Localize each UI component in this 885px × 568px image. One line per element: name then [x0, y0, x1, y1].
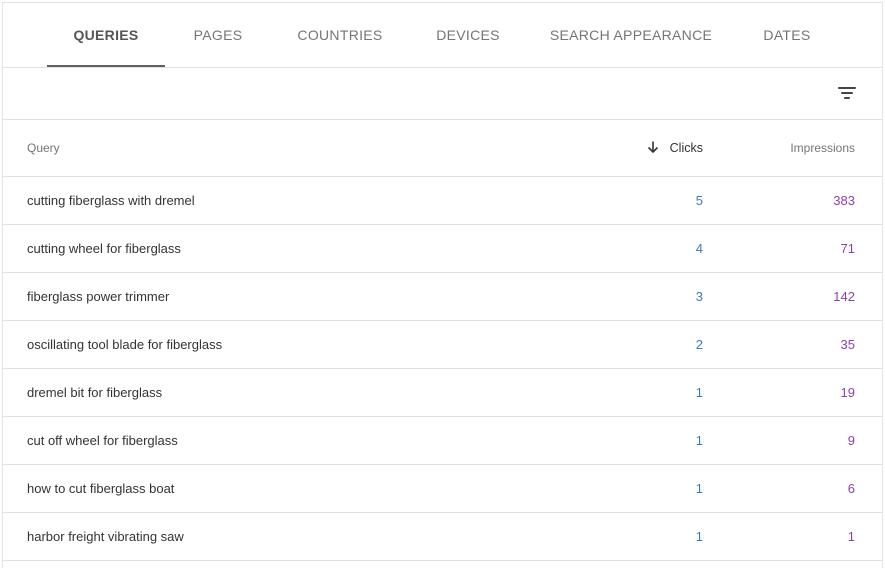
table-row[interactable]: harbor freight vibrating saw 1 1: [3, 513, 882, 561]
clicks-cell: 1: [695, 481, 703, 496]
column-header-impressions[interactable]: Impressions: [790, 120, 855, 176]
query-cell: oscillating tool blade for fiberglass: [27, 337, 223, 352]
tab-devices[interactable]: DEVICES: [423, 3, 513, 66]
query-cell: dremel bit for fiberglass: [27, 385, 163, 400]
tab-queries[interactable]: QUERIES: [47, 3, 165, 67]
filter-list-icon[interactable]: [833, 79, 861, 107]
performance-report-panel: QUERIES PAGES COUNTRIES DEVICES SEARCH A…: [2, 2, 883, 568]
column-header-clicks-label: Clicks: [669, 141, 703, 155]
table-row[interactable]: cutting fiberglass with dremel 5 383: [3, 177, 882, 225]
table-row[interactable]: fiberglass power trimmer 3 142: [3, 273, 882, 321]
clicks-cell: 1: [695, 433, 703, 448]
query-cell: how to cut fiberglass boat: [27, 481, 175, 496]
impressions-cell: 19: [840, 385, 855, 400]
arrow-down-icon: [647, 141, 658, 154]
impressions-cell: 71: [840, 241, 855, 256]
queries-table: Query Clicks Impressions cutting fibergl…: [3, 120, 882, 561]
table-toolbar: [3, 67, 882, 120]
impressions-cell: 1: [847, 529, 855, 544]
clicks-cell: 1: [695, 529, 703, 544]
impressions-cell: 383: [833, 193, 855, 208]
impressions-cell: 35: [840, 337, 855, 352]
clicks-cell: 4: [695, 241, 703, 256]
impressions-cell: 9: [847, 433, 855, 448]
query-cell: cutting wheel for fiberglass: [27, 241, 181, 256]
table-row[interactable]: cut off wheel for fiberglass 1 9: [3, 417, 882, 465]
tab-countries[interactable]: COUNTRIES: [279, 3, 401, 66]
tab-dates[interactable]: DATES: [745, 3, 829, 66]
clicks-cell: 2: [695, 337, 703, 352]
table-row[interactable]: dremel bit for fiberglass 1 19: [3, 369, 882, 417]
column-header-query[interactable]: Query: [27, 120, 527, 176]
query-cell: cut off wheel for fiberglass: [27, 433, 178, 448]
clicks-cell: 3: [695, 289, 703, 304]
tab-pages[interactable]: PAGES: [173, 3, 263, 66]
column-header-clicks[interactable]: Clicks: [646, 120, 703, 176]
tab-search-appearance[interactable]: SEARCH APPEARANCE: [543, 3, 719, 66]
impressions-cell: 142: [833, 289, 855, 304]
table-row[interactable]: oscillating tool blade for fiberglass 2 …: [3, 321, 882, 369]
query-cell: cutting fiberglass with dremel: [27, 193, 195, 208]
query-cell: harbor freight vibrating saw: [27, 529, 184, 544]
clicks-cell: 1: [695, 385, 703, 400]
table-row[interactable]: cutting wheel for fiberglass 4 71: [3, 225, 882, 273]
table-row[interactable]: how to cut fiberglass boat 1 6: [3, 465, 882, 513]
table-header-row: Query Clicks Impressions: [3, 120, 882, 177]
clicks-cell: 5: [695, 193, 703, 208]
impressions-cell: 6: [847, 481, 855, 496]
query-cell: fiberglass power trimmer: [27, 289, 170, 304]
report-tabs: QUERIES PAGES COUNTRIES DEVICES SEARCH A…: [3, 3, 882, 68]
